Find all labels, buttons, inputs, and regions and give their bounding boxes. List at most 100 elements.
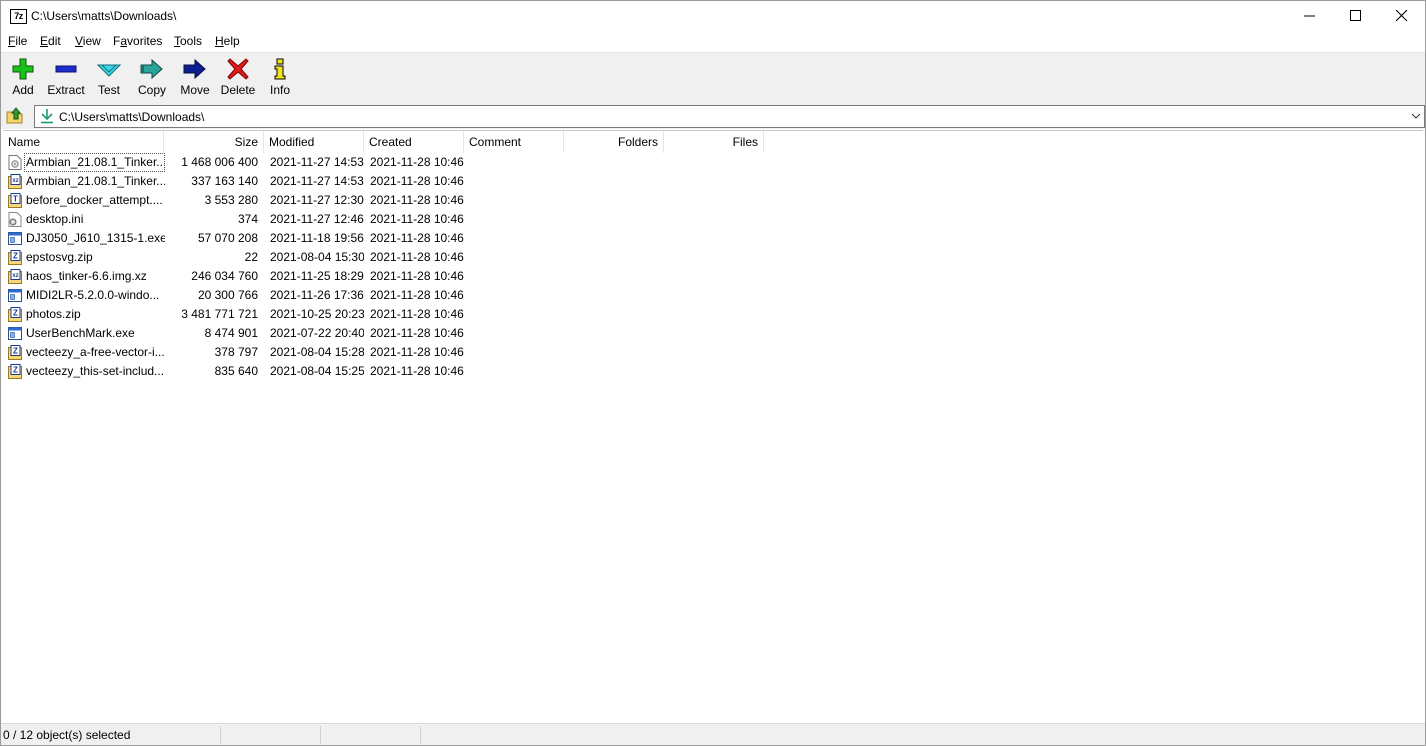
exe-icon xyxy=(8,288,22,303)
exe-icon xyxy=(8,231,22,246)
menu-edit-accel: E xyxy=(40,34,49,48)
table-row[interactable]: UserBenchMark.exe 8 474 901 2021-07-22 20:… xyxy=(3,324,1423,343)
extract-button[interactable]: Extract xyxy=(45,56,87,100)
parent-folder-button[interactable] xyxy=(5,106,25,126)
add-label: Add xyxy=(12,83,34,97)
add-button[interactable]: Add xyxy=(7,56,39,100)
file-name-cell[interactable]: Armbian_21.08.1_Tinker... xyxy=(24,172,165,191)
menu-help[interactable]: Help xyxy=(215,34,240,48)
file-created-cell: 2021-11-28 10:46 xyxy=(370,307,464,321)
column-header-comment[interactable]: Comment xyxy=(464,131,564,153)
file-created-cell: 2021-11-28 10:46 xyxy=(370,269,464,283)
svg-text:xz: xz xyxy=(12,273,18,279)
table-row[interactable]: MIDI2LR-5.2.0.0-windo... 20 300 766 2021-1… xyxy=(3,286,1423,305)
svg-text:Z: Z xyxy=(13,347,18,356)
file-size-cell: 20 300 766 xyxy=(197,288,258,302)
address-combobox[interactable]: C:\Users\matts\Downloads\ xyxy=(34,105,1425,128)
file-name-cell[interactable]: photos.zip xyxy=(24,305,165,324)
file-created-cell: 2021-11-28 10:46 xyxy=(370,250,464,264)
file-name-cell[interactable]: desktop.ini xyxy=(24,210,165,229)
status-bar: 0 / 12 object(s) selected xyxy=(1,723,1425,745)
file-created-cell: 2021-11-28 10:46 xyxy=(370,326,464,340)
info-button[interactable]: Info xyxy=(266,56,294,100)
settings-file-icon xyxy=(8,212,22,227)
file-name-cell[interactable]: haos_tinker-6.6.img.xz xyxy=(24,267,165,286)
column-header-name[interactable]: Name xyxy=(3,131,164,153)
folder-up-icon xyxy=(6,107,23,124)
table-row[interactable]: Zvecteezy_a-free-vector-i... 378 797 2021-… xyxy=(3,343,1423,362)
extract-icon xyxy=(55,65,77,73)
file-name-cell[interactable]: UserBenchMark.exe xyxy=(24,324,165,343)
menu-tools-label: ools xyxy=(180,34,203,48)
table-row[interactable]: Zepstosvg.zip 22 2021-08-04 15:30 2021-11-2… xyxy=(3,248,1423,267)
column-header-size[interactable]: Size xyxy=(164,131,264,153)
maximize-button[interactable] xyxy=(1333,1,1379,31)
svg-text:Z: Z xyxy=(13,366,18,375)
file-name-cell[interactable]: before_docker_attempt.... xyxy=(24,191,165,210)
copy-label: Copy xyxy=(137,83,166,97)
extract-label: Extract xyxy=(47,83,85,97)
copy-button[interactable]: Copy xyxy=(134,56,170,100)
file-size-cell: 57 070 208 xyxy=(197,231,258,245)
chevron-down-icon[interactable] xyxy=(1411,111,1421,121)
file-name-cell[interactable]: MIDI2LR-5.2.0.0-windo... xyxy=(24,286,165,305)
table-row[interactable]: xz haos_tinker-6.6.img.xz 246 034 760 2021-… xyxy=(3,267,1423,286)
file-size-cell: 3 481 771 721 xyxy=(181,307,258,321)
move-button[interactable]: Move xyxy=(177,56,213,100)
table-row[interactable]: Tbefore_docker_attempt.... 3 553 280 2021-… xyxy=(3,191,1423,210)
file-created-cell: 2021-11-28 10:46 xyxy=(370,174,464,188)
test-button[interactable]: Test xyxy=(93,56,125,100)
toolbar: Add Extract Test Copy Move Delete Info xyxy=(1,52,1425,103)
file-name-cell[interactable]: vecteezy_this-set-includ... xyxy=(24,362,165,381)
close-icon xyxy=(1396,10,1408,22)
file-modified-cell: 2021-11-27 14:53 xyxy=(270,155,364,169)
file-name-cell[interactable]: vecteezy_a-free-vector-i... xyxy=(24,343,165,362)
zip-archive-icon: Z xyxy=(8,307,22,322)
minimize-button[interactable] xyxy=(1287,1,1333,31)
file-size-cell: 8 474 901 xyxy=(204,326,258,340)
menu-file-label: ile xyxy=(15,34,28,48)
delete-label: Delete xyxy=(220,83,256,97)
copy-icon xyxy=(140,58,163,80)
info-label: Info xyxy=(269,83,290,97)
disk-image-icon xyxy=(8,155,22,170)
file-size-cell: 246 034 760 xyxy=(191,269,258,283)
column-header-created[interactable]: Created xyxy=(364,131,464,153)
menu-help-label: elp xyxy=(223,34,240,48)
address-path: C:\Users\matts\Downloads\ xyxy=(59,110,205,124)
file-name-cell[interactable]: Armbian_21.08.1_Tinker... xyxy=(24,153,165,172)
menu-favorites[interactable]: Favorites xyxy=(113,34,162,48)
table-row[interactable]: desktop.ini 374 2021-11-27 12:46 2021-11-28… xyxy=(3,210,1423,229)
file-modified-cell: 2021-10-25 20:23 xyxy=(270,307,364,321)
file-name-cell[interactable]: DJ3050_J610_1315-1.exe xyxy=(24,229,165,248)
menu-view[interactable]: View xyxy=(75,34,101,48)
table-row[interactable]: Zphotos.zip 3 481 771 721 2021-10-25 20:23… xyxy=(3,305,1423,324)
svg-text:Z: Z xyxy=(13,252,18,261)
table-row[interactable]: Zvecteezy_this-set-includ... 835 640 2021-… xyxy=(3,362,1423,381)
file-list[interactable]: Name Size Modified Created Comment Folde… xyxy=(3,130,1423,723)
column-header-folders[interactable]: Folders xyxy=(564,131,664,153)
file-name-cell[interactable]: epstosvg.zip xyxy=(24,248,165,267)
file-size-cell: 3 553 280 xyxy=(204,193,258,207)
file-size-cell: 378 797 xyxy=(214,345,258,359)
table-row[interactable]: DJ3050_J610_1315-1.exe 57 070 208 2021-11-… xyxy=(3,229,1423,248)
file-modified-cell: 2021-11-27 12:46 xyxy=(270,212,364,226)
menu-file[interactable]: File xyxy=(8,34,27,48)
file-created-cell: 2021-11-28 10:46 xyxy=(370,231,464,245)
column-header-files[interactable]: Files xyxy=(664,131,764,153)
move-icon xyxy=(183,58,206,80)
delete-button[interactable]: Delete xyxy=(219,56,257,100)
menu-tools[interactable]: Tools xyxy=(174,34,202,48)
svg-text:Z: Z xyxy=(13,309,18,318)
column-header-modified[interactable]: Modified xyxy=(264,131,364,153)
zip-archive-icon: Z xyxy=(8,364,22,379)
svg-text:T: T xyxy=(13,195,18,204)
close-window-button[interactable] xyxy=(1379,1,1425,31)
status-size xyxy=(221,726,321,744)
minimize-icon xyxy=(1304,15,1315,17)
menu-edit[interactable]: Edit xyxy=(40,34,61,48)
table-row[interactable]: xz Armbian_21.08.1_Tinker... 337 163 140 20… xyxy=(3,172,1423,191)
file-size-cell: 1 468 006 400 xyxy=(181,155,258,169)
info-icon xyxy=(274,58,286,80)
table-row[interactable]: Armbian_21.08.1_Tinker... 1 468 006 400 20… xyxy=(3,153,1423,172)
